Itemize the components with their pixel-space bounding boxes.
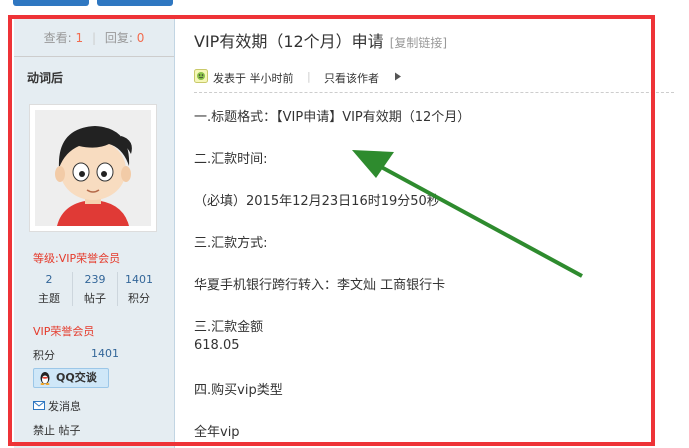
qq-chat-button[interactable]: QQ交谈 [33,368,109,388]
count-label: 主题 [38,292,60,305]
count-label: 积分 [128,292,150,305]
views-count: 1 [75,31,84,45]
count-posts[interactable]: 239 帖子 [72,272,118,306]
envelope-icon [33,400,45,410]
content-line: （必填）2015年12月23日16时19分50秒 [194,194,440,209]
post-meta: 发表于 半小时前 | 只看该作者 [194,68,674,86]
count-value: 2 [45,273,53,286]
content-line: 全年vip [194,425,240,440]
post-title: VIP有效期（12个月）申请 [194,32,384,51]
triangle-right-icon [394,71,402,81]
count-value: 239 [84,273,106,286]
count-topics[interactable]: 2 主题 [27,272,71,306]
ban-post-link[interactable]: 禁止 帖子 [33,422,81,438]
avatar[interactable] [29,104,157,232]
top-bar [0,0,689,14]
thread-stats: 查看: 1 | 回复: 0 [14,18,174,57]
meta-divider: | [307,70,311,83]
points-label: 积分 [33,349,55,362]
qq-chat-label: QQ交谈 [56,371,97,384]
post-title-row: VIP有效期（12个月）申请 [复制链接] [194,28,447,52]
meta-divider-line [194,92,674,93]
top-button-2[interactable] [97,0,173,6]
top-button-1[interactable] [13,0,89,6]
replies-count: 0 [136,31,145,45]
content-line: 二.汇款时间: [194,152,268,167]
views-label: 查看: [43,31,72,45]
content-line: 四.购买vip类型 [194,383,283,398]
author-username[interactable]: 动词后 [27,69,63,86]
vip-title: VIP荣誉会员 [33,325,95,338]
count-value: 1401 [125,273,153,286]
copy-link-button[interactable]: [复制链接] [390,36,447,50]
count-label: 帖子 [84,292,106,305]
send-message-link[interactable]: 发消息 [33,398,81,414]
count-points[interactable]: 1401 积分 [117,272,161,306]
replies-label: 回复: [104,31,133,45]
points-row: 积分 1401 [33,347,119,363]
content-line: 华夏手机银行跨行转入：李文灿 工商银行卡 [194,278,446,293]
points-value: 1401 [91,347,119,360]
stats-separator: | [91,31,97,45]
member-level[interactable]: 等级:VIP荣誉会员 [33,250,120,266]
content-line: 一.标题格式：【VIP申请】VIP有效期（12个月） [194,110,471,125]
qq-penguin-icon [38,371,52,385]
content-line: 618.05 [194,338,240,353]
author-counts: 2 主题 239 帖子 1401 积分 [27,272,161,308]
send-message-label: 发消息 [48,400,81,413]
posted-time: 发表于 半小时前 [213,72,294,85]
content-line: 三.汇款方式: [194,236,268,251]
online-status-icon [194,69,208,83]
only-author-link[interactable]: 只看该作者 [324,70,379,86]
content-line: 三.汇款金额 [194,320,264,335]
avatar-image [35,110,151,226]
